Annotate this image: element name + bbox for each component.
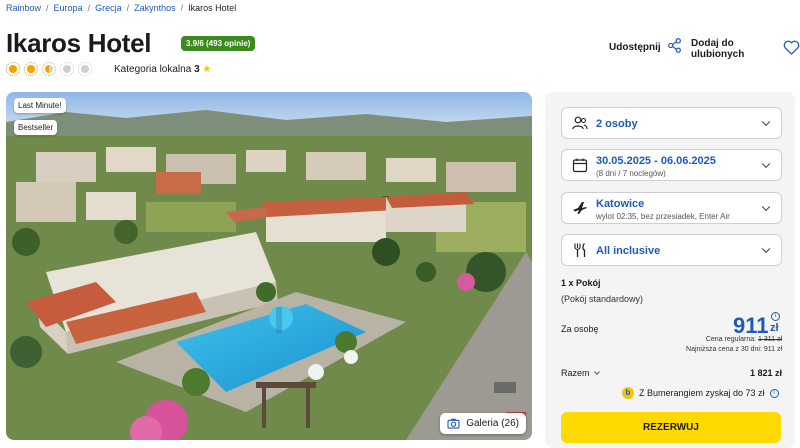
bumerang-icon: b xyxy=(622,387,634,399)
favorite-label: Dodaj do ulubionych xyxy=(691,38,745,60)
hotel-photo[interactable]: Last Minute! Bestseller Galeria (26) xyxy=(6,92,532,440)
sun-icon xyxy=(6,62,20,76)
category-value: 3 xyxy=(194,64,200,75)
sun-rating xyxy=(6,62,92,76)
guests-select[interactable]: 2 osoby xyxy=(561,107,782,139)
guests-value: 2 osoby xyxy=(596,118,638,130)
regular-price-label: Cena regularna: xyxy=(705,336,757,343)
breadcrumb-separator: / xyxy=(46,3,49,13)
total-label: Razem xyxy=(561,368,590,378)
camera-icon xyxy=(447,418,460,429)
chevron-down-icon xyxy=(761,159,771,169)
category-label: Kategoria lokalna xyxy=(114,64,192,75)
cutlery-icon xyxy=(572,242,588,258)
last-minute-tag: Last Minute! xyxy=(14,98,66,113)
share-icon xyxy=(667,38,682,56)
share-button[interactable]: Udostępnij xyxy=(609,38,682,56)
bumerang-info: b Z Bumerangiem zyskaj do 73 zł i xyxy=(622,387,779,399)
room-type: (Pokój standardowy) xyxy=(561,294,644,304)
sun-icon xyxy=(42,62,56,76)
board-value: All inclusive xyxy=(596,245,661,257)
favorite-button[interactable]: Dodaj do ulubionych xyxy=(691,38,800,60)
departure-details: wylot 02:35, bez przesiadek, Enter Air xyxy=(596,212,730,221)
bumerang-info-icon[interactable]: i xyxy=(769,388,779,398)
breadcrumb-current: Ikaros Hotel xyxy=(188,3,237,13)
breadcrumb-separator: / xyxy=(180,3,184,13)
gallery-button[interactable]: Galeria (26) xyxy=(440,413,526,434)
dates-duration: (8 dni / 7 noclegów) xyxy=(596,169,666,178)
total-toggle[interactable]: Razem xyxy=(561,368,600,378)
breadcrumb-separator: / xyxy=(126,3,130,13)
per-person-label: Za osobę xyxy=(561,324,599,334)
board-select[interactable]: All inclusive xyxy=(561,234,782,266)
price-info-icon[interactable]: i xyxy=(771,312,780,321)
local-category: Kategoria lokalna 3 ★ xyxy=(114,64,211,75)
bumerang-text: Z Bumerangiem zyskaj do 73 zł xyxy=(639,388,765,398)
share-label: Udostępnij xyxy=(609,41,661,53)
hotel-title: Ikaros Hotel xyxy=(6,28,152,58)
breadcrumb-link-europa[interactable]: Europa xyxy=(54,3,83,13)
regular-price: Cena regularna: 1 311 zł xyxy=(706,336,782,343)
dates-value: 30.05.2025 - 06.06.2025 xyxy=(596,155,716,167)
chevron-down-icon xyxy=(593,369,600,375)
gallery-label: Galeria (26) xyxy=(466,418,519,429)
breadcrumb-link-zakynthos[interactable]: Zakynthos xyxy=(134,3,176,13)
room-count: 1 x Pokój xyxy=(561,278,601,288)
departure-city: Katowice xyxy=(596,198,645,210)
departure-select[interactable]: Katowice wylot 02:35, bez przesiadek, En… xyxy=(561,192,782,224)
regular-price-value: 1 311 zł xyxy=(758,336,782,343)
breadcrumb-link-grecja[interactable]: Grecja xyxy=(95,3,122,13)
category-star-icon: ★ xyxy=(202,64,212,75)
sun-icon xyxy=(60,62,74,76)
chevron-down-icon xyxy=(761,202,771,212)
bestseller-tag: Bestseller xyxy=(14,120,58,135)
plane-icon xyxy=(572,200,588,216)
breadcrumb-separator: / xyxy=(87,3,91,13)
heart-icon xyxy=(783,40,800,58)
sun-icon xyxy=(24,62,38,76)
chevron-down-icon xyxy=(761,244,771,254)
price-currency: zł xyxy=(770,322,779,334)
chevron-down-icon xyxy=(761,117,771,127)
guests-icon xyxy=(572,115,588,131)
calendar-icon xyxy=(572,157,588,173)
sun-icon xyxy=(78,62,92,76)
rating-badge[interactable]: 3.9/6 (493 opinie) xyxy=(181,36,256,51)
breadcrumb-link-rainbow[interactable]: Rainbow xyxy=(6,3,41,13)
breadcrumb: Rainbow / Europa / Grecja / Zakynthos / … xyxy=(6,3,236,13)
total-value: 1 821 zł xyxy=(749,368,782,378)
hotel-aerial-image xyxy=(6,92,532,440)
dates-select[interactable]: 30.05.2025 - 06.06.2025 (8 dni / 7 nocle… xyxy=(561,149,782,181)
lowest-price-30d: Najniższa cena z 30 dni: 911 zł xyxy=(686,346,782,353)
reserve-button[interactable]: REZERWUJ xyxy=(561,412,781,443)
